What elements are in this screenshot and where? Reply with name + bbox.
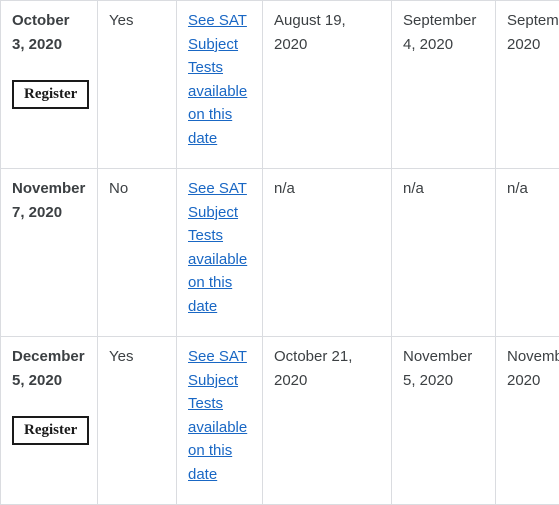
cell-subject-tests-link: See SAT Subject Tests available on this … xyxy=(176,0,263,169)
cell-subject-tests-offered: Yes xyxy=(97,336,177,505)
test-date-text: December 5, 2020 xyxy=(12,348,85,389)
cell-late-registration-deadline: November 5, 2020 xyxy=(391,336,496,505)
cell-subject-tests-offered: No xyxy=(97,168,177,337)
cell-late-registration-deadline: September 4, 2020 xyxy=(391,0,496,169)
test-date-text: November 7, 2020 xyxy=(12,180,86,221)
table-body: October 3, 2020 Register Yes See SAT Sub… xyxy=(0,0,559,505)
sat-test-dates-table: October 3, 2020 Register Yes See SAT Sub… xyxy=(0,0,559,505)
subject-tests-link[interactable]: See SAT Subject Tests available on this … xyxy=(188,180,247,315)
cell-subject-tests-link: See SAT Subject Tests available on this … xyxy=(176,336,263,505)
cell-registration-deadline: n/a xyxy=(262,168,392,337)
register-button[interactable]: Register xyxy=(12,416,90,445)
cell-deadline-for-changes: n/a xyxy=(495,168,559,337)
register-button-wrapper: Register xyxy=(12,80,90,109)
table-row: November 7, 2020 No See SAT Subject Test… xyxy=(0,168,559,337)
cell-deadline-for-changes: September 22, 2020 xyxy=(495,0,559,169)
register-button-wrapper: Register xyxy=(12,416,90,445)
cell-deadline-for-changes: November 24, 2020 xyxy=(495,336,559,505)
cell-test-date: December 5, 2020 Register xyxy=(0,336,98,505)
subject-tests-link[interactable]: See SAT Subject Tests available on this … xyxy=(188,348,247,483)
register-button[interactable]: Register xyxy=(12,80,90,109)
cell-subject-tests-link: See SAT Subject Tests available on this … xyxy=(176,168,263,337)
cell-subject-tests-offered: Yes xyxy=(97,0,177,169)
cell-late-registration-deadline: n/a xyxy=(391,168,496,337)
subject-tests-link[interactable]: See SAT Subject Tests available on this … xyxy=(188,12,247,147)
table-row: October 3, 2020 Register Yes See SAT Sub… xyxy=(0,0,559,169)
sat-test-dates-table-viewport: October 3, 2020 Register Yes See SAT Sub… xyxy=(0,0,559,505)
table-row: December 5, 2020 Register Yes See SAT Su… xyxy=(0,336,559,505)
cell-registration-deadline: October 21, 2020 xyxy=(262,336,392,505)
cell-test-date: November 7, 2020 xyxy=(0,168,98,337)
test-date-text: October 3, 2020 xyxy=(12,12,70,53)
cell-registration-deadline: August 19, 2020 xyxy=(262,0,392,169)
cell-test-date: October 3, 2020 Register xyxy=(0,0,98,169)
